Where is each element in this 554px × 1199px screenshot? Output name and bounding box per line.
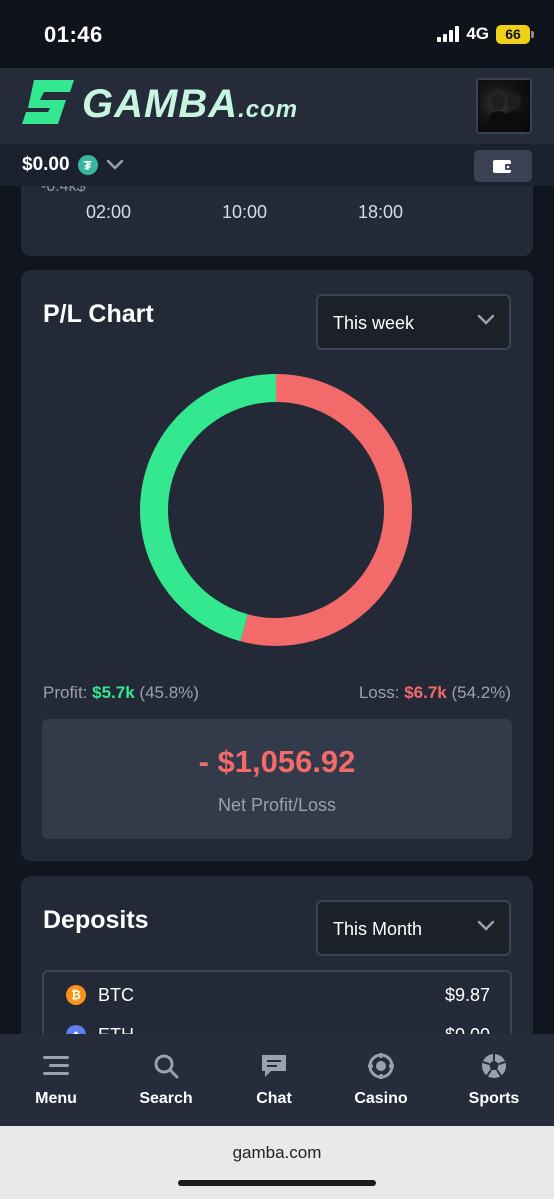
browser-bar: gamba.com xyxy=(0,1126,554,1199)
coin-name: BTC xyxy=(98,985,134,1005)
loss-label: Loss: xyxy=(358,683,400,702)
pl-period-select[interactable]: This week xyxy=(316,294,511,350)
bitcoin-icon: ₿ xyxy=(66,985,86,1005)
pl-donut-chart xyxy=(140,374,412,646)
loss-value: $6.7k xyxy=(404,683,447,702)
avatar[interactable] xyxy=(476,78,532,134)
deposits-card: Deposits This Month ₿ BTC $9.87 ◆ ETH $0… xyxy=(21,876,533,1070)
deposits-title: Deposits xyxy=(43,906,149,934)
soccer-ball-icon xyxy=(482,1054,506,1078)
profit-legend: Profit: $5.7k (45.8%) xyxy=(43,683,199,703)
site-header: GAMBA.com xyxy=(0,68,554,144)
tether-icon: ₮ xyxy=(77,155,98,175)
profit-arc xyxy=(140,374,277,642)
nav-label: Menu xyxy=(35,1090,77,1107)
wallet-button[interactable] xyxy=(474,150,532,182)
balance-bar: $0.00 ₮ xyxy=(0,144,554,186)
chat-icon xyxy=(262,1055,286,1077)
chevron-down-icon xyxy=(106,159,123,170)
search-icon xyxy=(154,1054,179,1079)
casino-chip-icon xyxy=(368,1053,394,1079)
logo-text: GAMBA.com xyxy=(82,81,299,126)
profit-value: $5.7k xyxy=(92,683,135,702)
loss-legend: Loss: $6.7k (54.2%) xyxy=(359,683,511,703)
network-type: 4G xyxy=(466,24,489,43)
x-axis-label: 18:00 xyxy=(358,202,404,222)
menu-icon xyxy=(43,1056,69,1075)
nav-menu[interactable]: Menu xyxy=(6,1052,106,1108)
nav-search[interactable]: Search xyxy=(116,1052,216,1108)
x-axis-label: 02:00 xyxy=(86,202,132,222)
nav-sports[interactable]: Sports xyxy=(444,1052,544,1108)
net-profit-loss-label: Net Profit/Loss xyxy=(217,795,337,815)
nav-casino[interactable]: Casino xyxy=(331,1052,431,1108)
nav-label: Casino xyxy=(354,1090,408,1107)
profit-percent: (45.8%) xyxy=(139,683,199,702)
deposits-period-select[interactable]: This Month xyxy=(316,900,511,956)
deposits-period-label: This Month xyxy=(333,919,423,939)
pl-chart-title: P/L Chart xyxy=(43,300,154,328)
nav-label: Chat xyxy=(256,1090,292,1107)
pl-chart-card: P/L Chart This week Profit: $5.7k (45.8%… xyxy=(21,270,533,861)
net-profit-loss-box: - $1,056.92 Net Profit/Loss xyxy=(42,719,512,839)
gamba-logo[interactable]: GAMBA.com xyxy=(20,76,298,132)
home-indicator[interactable] xyxy=(178,1180,376,1186)
x-axis-label: 10:00 xyxy=(222,202,268,222)
net-profit-loss-value: - $1,056.92 xyxy=(198,744,356,779)
loss-percent: (54.2%) xyxy=(451,683,511,702)
bottom-nav: Menu Search Chat Casino Sports xyxy=(0,1034,554,1126)
avatar-image xyxy=(486,94,526,132)
nav-chat[interactable]: Chat xyxy=(224,1052,324,1108)
nav-label: Search xyxy=(139,1090,193,1107)
list-item[interactable]: ₿ BTC $9.87 xyxy=(44,976,510,1016)
chevron-down-icon xyxy=(477,920,495,931)
nav-label: Sports xyxy=(468,1090,520,1107)
gamba-logo-icon xyxy=(22,80,74,124)
chevron-down-icon xyxy=(477,314,495,325)
balance-amount: $0.00 xyxy=(22,154,70,175)
status-time: 01:46 xyxy=(44,22,103,47)
url-bar[interactable]: gamba.com xyxy=(0,1143,554,1163)
signal-icon xyxy=(437,26,460,42)
pl-period-label: This week xyxy=(333,313,415,333)
coin-amount: $9.87 xyxy=(444,985,490,1005)
balance-selector[interactable]: $0.00 ₮ xyxy=(22,154,124,176)
battery-icon: 66 xyxy=(496,24,534,44)
loss-arc xyxy=(240,374,412,646)
profit-label: Profit: xyxy=(43,683,88,702)
status-bar: 01:46 4G 66 xyxy=(0,0,554,68)
wallet-icon xyxy=(493,160,513,173)
status-indicators: 4G 66 xyxy=(437,24,534,44)
